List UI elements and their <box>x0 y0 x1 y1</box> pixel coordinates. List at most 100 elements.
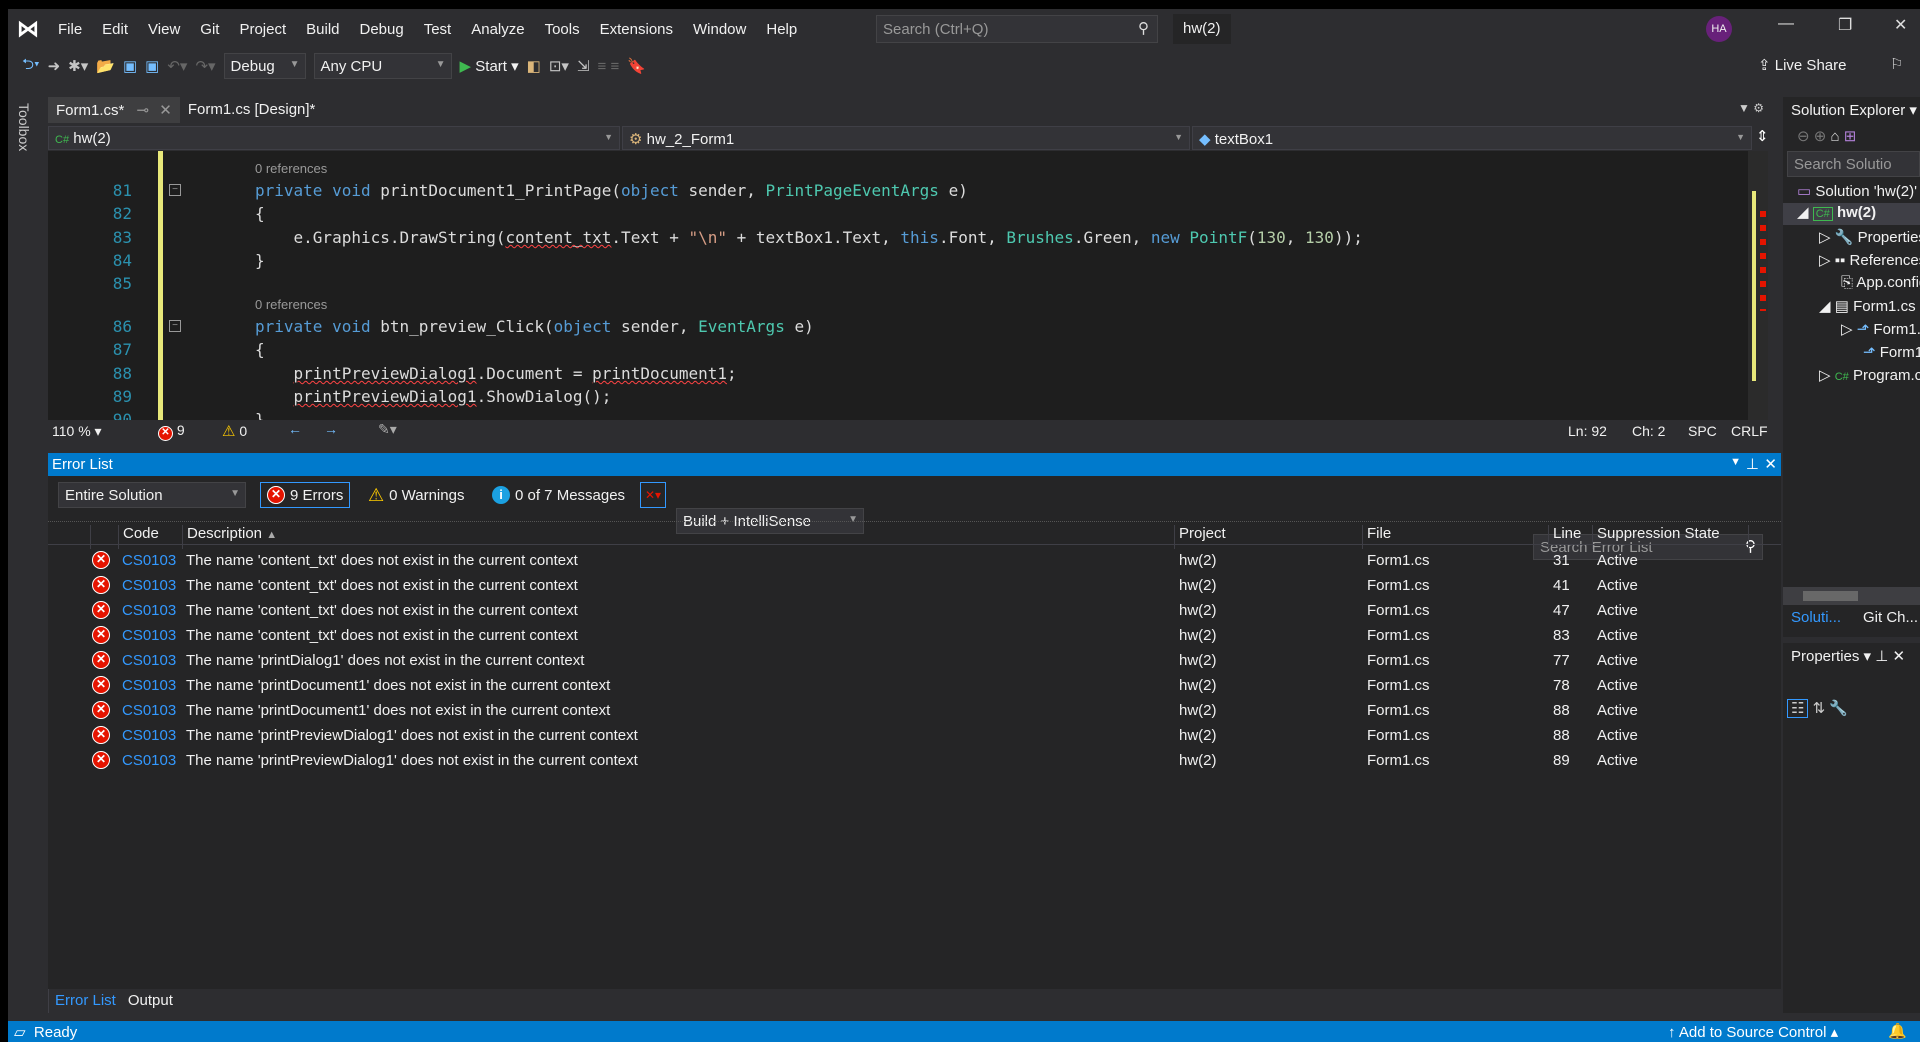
warning-count[interactable]: ⚠ 0 <box>222 422 247 440</box>
member-nav-select[interactable]: ◆ textBox1 ▼ <box>1192 126 1752 150</box>
menu-debug[interactable]: Debug <box>350 21 414 38</box>
menu-analyze[interactable]: Analyze <box>461 21 534 38</box>
error-row[interactable]: ✕ CS0103 The name 'printDocument1' does … <box>48 698 1748 723</box>
comment-icon[interactable]: ≡ ≡ <box>598 58 620 75</box>
tab-form1-design[interactable]: Form1.cs [Design]* <box>180 97 324 123</box>
tree-form1[interactable]: ◢ ▤ Form1.cs <box>1819 297 1916 315</box>
save-icon[interactable]: ▣ <box>123 57 137 75</box>
scroll-thumb[interactable] <box>1803 591 1858 601</box>
pin-icon[interactable]: ⊸ <box>137 102 150 119</box>
error-code-link[interactable]: CS0103 <box>122 602 176 619</box>
tree-form1-designer[interactable]: ▷ ⬏ Form1.Designer.cs <box>1841 320 1920 338</box>
categorized-icon[interactable]: ☷ <box>1787 699 1809 718</box>
screenshot-icon[interactable]: ⊡▾ <box>549 57 569 75</box>
open-icon[interactable]: 📂 <box>96 57 115 75</box>
error-code-link[interactable]: CS0103 <box>122 627 176 644</box>
menu-git[interactable]: Git <box>190 21 229 38</box>
menu-window[interactable]: Window <box>683 21 756 38</box>
close-icon[interactable]: ✕ <box>159 102 172 119</box>
tab-git-changes[interactable]: Git Ch... <box>1863 609 1918 626</box>
error-row[interactable]: ✕ CS0103 The name 'content_txt' does not… <box>48 573 1748 598</box>
save-all-icon[interactable]: ▣ <box>145 57 159 75</box>
alphabetical-icon[interactable]: ⇅ <box>1813 700 1826 717</box>
errors-filter-button[interactable]: ✕ 9 Errors <box>260 482 351 508</box>
feedback-icon[interactable]: ⚐ <box>1890 55 1903 73</box>
codelens-references[interactable]: 0 references <box>255 297 327 312</box>
menu-file[interactable]: File <box>48 21 92 38</box>
next-issue-icon[interactable]: → <box>324 421 338 437</box>
header-line[interactable]: Line <box>1548 525 1592 549</box>
tree-references[interactable]: ▷ ▪▪ References <box>1819 251 1920 269</box>
start-button[interactable]: ▶ Start ▾ <box>460 57 519 75</box>
global-search-input[interactable]: Search (Ctrl+Q) ⚲ <box>876 15 1158 43</box>
scope-select[interactable]: Entire Solution ▼ <box>58 482 246 508</box>
error-count[interactable]: ✕ 9 <box>158 422 185 441</box>
error-row[interactable]: ✕ CS0103 The name 'printDialog1' does no… <box>48 648 1748 673</box>
close-icon[interactable]: ✕ <box>1764 455 1777 473</box>
menu-edit[interactable]: Edit <box>92 21 138 38</box>
header-suppression-state[interactable]: Suppression State <box>1592 525 1752 549</box>
back-icon[interactable]: ⮌▾ <box>22 54 40 79</box>
tab-error-list[interactable]: Error List <box>48 989 122 1013</box>
tab-output[interactable]: Output <box>122 989 179 1013</box>
forward-icon[interactable]: ➜ <box>48 57 61 75</box>
forward-icon[interactable]: ⊕ <box>1814 128 1827 145</box>
error-code-link[interactable]: CS0103 <box>122 552 176 569</box>
error-row[interactable]: ✕ CS0103 The name 'content_txt' does not… <box>48 548 1748 573</box>
error-code-link[interactable]: CS0103 <box>122 727 176 744</box>
project-nav-select[interactable]: C# hw(2) ▼ <box>48 126 620 150</box>
chevron-down-icon[interactable]: ▼ <box>1730 456 1741 468</box>
close-icon[interactable]: ✕ <box>1894 15 1907 35</box>
header-description[interactable]: Description ▲ <box>182 525 1182 549</box>
restore-icon[interactable]: ❐ <box>1838 15 1852 35</box>
tab-overflow-icon[interactable]: ▼ ⚙ <box>1738 101 1764 115</box>
menu-tools[interactable]: Tools <box>535 21 590 38</box>
menu-help[interactable]: Help <box>756 21 807 38</box>
horizontal-scrollbar[interactable] <box>1783 587 1920 605</box>
tree-properties[interactable]: ▷ 🔧 Properties <box>1819 228 1920 246</box>
error-code-link[interactable]: CS0103 <box>122 652 176 669</box>
error-row[interactable]: ✕ CS0103 The name 'printDocument1' does … <box>48 673 1748 698</box>
avatar[interactable]: HA <box>1706 16 1732 42</box>
tab-form1-cs[interactable]: Form1.cs* ⊸ ✕ <box>48 97 180 123</box>
error-code-link[interactable]: CS0103 <box>122 577 176 594</box>
attach-icon[interactable]: ◧ <box>527 57 541 75</box>
step-icon[interactable]: ⇲ <box>577 57 590 75</box>
split-icon[interactable]: ⇕ <box>1756 127 1769 145</box>
new-project-icon[interactable]: ✱▾ <box>68 57 88 75</box>
error-row[interactable]: ✕ CS0103 The name 'printPreviewDialog1' … <box>48 723 1748 748</box>
tree-app-config[interactable]: ⎘ App.config <box>1841 274 1920 291</box>
configuration-select[interactable]: Debug ▼ <box>223 53 306 79</box>
class-nav-select[interactable]: ⚙ hw_2_Form1 ▼ <box>622 126 1190 150</box>
toolbox-tab[interactable]: Toolbox <box>8 97 40 167</box>
warnings-filter-button[interactable]: ⚠ 0 Warnings <box>362 482 470 508</box>
platform-select[interactable]: Any CPU ▼ <box>313 53 452 79</box>
previous-issue-icon[interactable]: ← <box>288 421 302 437</box>
property-pages-icon[interactable]: 🔧 <box>1829 700 1848 717</box>
bookmark-icon[interactable]: 🔖 <box>627 57 646 75</box>
menu-build[interactable]: Build <box>296 21 349 38</box>
menu-test[interactable]: Test <box>414 21 462 38</box>
whitespace-indicator[interactable]: SPC <box>1688 423 1717 439</box>
home-icon[interactable]: ⌂ <box>1831 128 1840 145</box>
messages-filter-button[interactable]: i 0 of 7 Messages <box>486 482 631 508</box>
header-project[interactable]: Project <box>1174 525 1360 549</box>
error-code-link[interactable]: CS0103 <box>122 702 176 719</box>
zoom-select[interactable]: 110 % ▾ <box>52 423 102 440</box>
switch-views-icon[interactable]: ⊞ <box>1844 128 1857 145</box>
codelens-references[interactable]: 0 references <box>255 161 327 176</box>
clear-filter-button[interactable]: ✕▾ <box>640 482 666 508</box>
error-row[interactable]: ✕ CS0103 The name 'printPreviewDialog1' … <box>48 748 1748 773</box>
menu-view[interactable]: View <box>138 21 190 38</box>
solution-search-input[interactable]: Search Solutio <box>1787 151 1920 177</box>
redo-icon[interactable]: ↷▾ <box>195 57 215 75</box>
notifications-icon[interactable]: 🔔 <box>1888 1022 1907 1040</box>
minimize-icon[interactable]: — <box>1778 15 1794 33</box>
error-code-link[interactable]: CS0103 <box>122 677 176 694</box>
add-to-source-control-button[interactable]: ↑ Add to Source Control ▴ <box>1668 1023 1838 1041</box>
tree-solution[interactable]: ▭ Solution 'hw(2)' <box>1797 182 1917 200</box>
menu-project[interactable]: Project <box>229 21 296 38</box>
menu-extensions[interactable]: Extensions <box>590 21 683 38</box>
code-editor[interactable]: 0 references 81 − private void printDocu… <box>48 151 1768 420</box>
tree-program[interactable]: ▷ C# Program.cs <box>1819 366 1920 384</box>
